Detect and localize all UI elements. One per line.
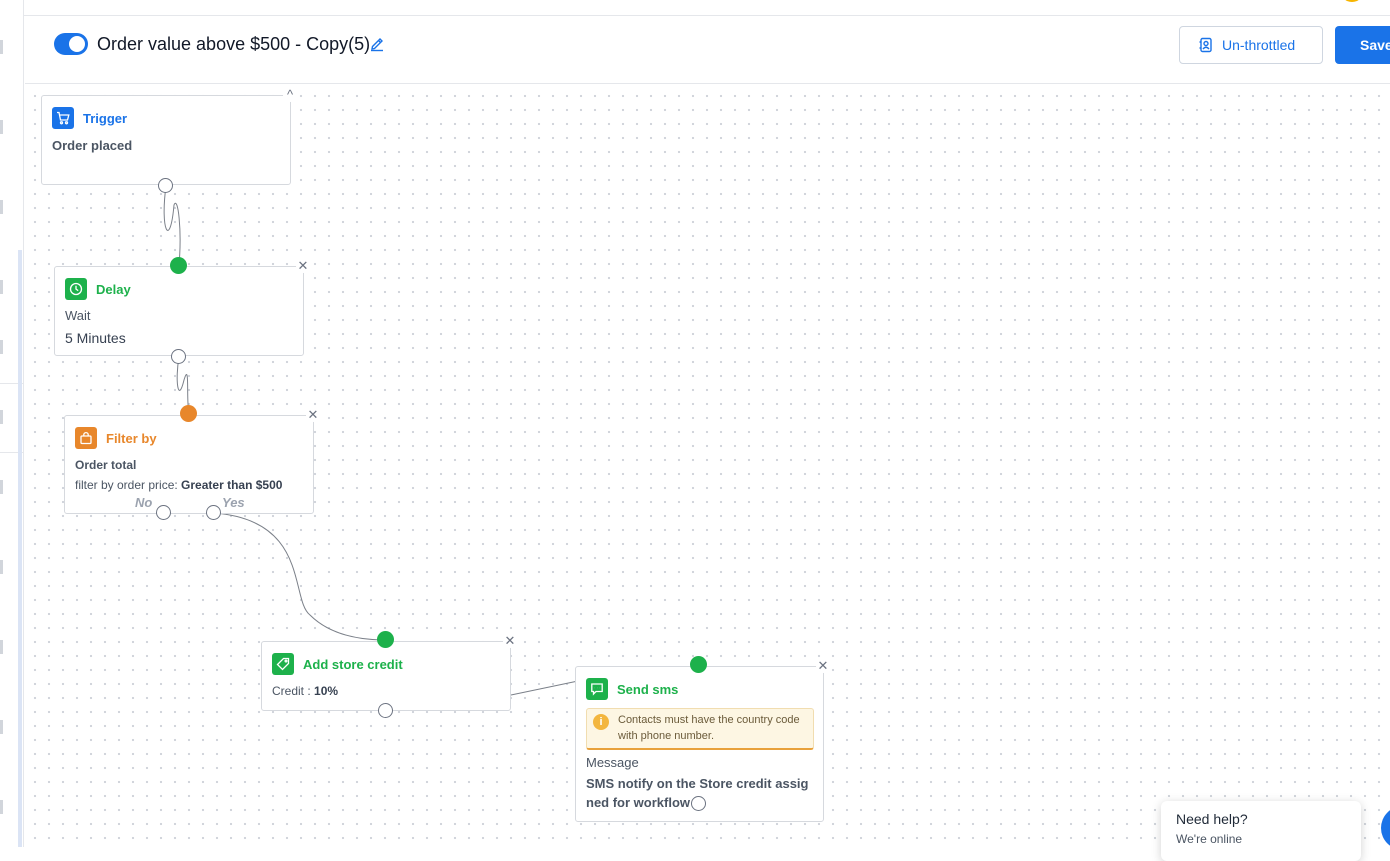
shopping-bag-icon: [75, 427, 97, 449]
trigger-event: Order placed: [52, 138, 133, 153]
sidebar-tick: [0, 480, 3, 494]
delay-value: 5 Minutes: [65, 330, 126, 346]
warning-text: Contacts must have the country code with…: [618, 714, 800, 742]
country-code-warning: i Contacts must have the country code wi…: [586, 708, 814, 750]
filter-no-port[interactable]: [156, 505, 171, 520]
workflow-active-toggle[interactable]: [54, 33, 88, 55]
credit-label: Credit :: [272, 684, 311, 698]
left-sidebar: [0, 0, 24, 847]
credit-value: 10%: [314, 684, 339, 698]
store-credit-node[interactable]: Add store credit Credit : 10%: [261, 641, 511, 711]
delay-label: Wait: [65, 308, 91, 323]
trigger-title: Trigger: [83, 110, 128, 126]
branch-no-label: No: [135, 495, 153, 510]
tag-icon: [272, 653, 294, 675]
top-bar: [24, 0, 1390, 16]
sidebar-tick: [0, 340, 3, 354]
send-sms-title: Send sms: [617, 681, 679, 697]
close-icon[interactable]: ✕: [306, 408, 320, 422]
branch-yes-label: Yes: [222, 495, 245, 510]
delay-title: Delay: [96, 281, 131, 297]
sidebar-tick: [0, 720, 3, 734]
help-title: Need help?: [1176, 811, 1248, 827]
trigger-output-port[interactable]: [158, 178, 173, 193]
sidebar-tick: [0, 40, 3, 54]
throttle-button[interactable]: Un-throttled: [1179, 26, 1323, 64]
filter-input-port[interactable]: [180, 405, 197, 422]
store-credit-amount: Credit : 10%: [272, 684, 338, 698]
collapse-icon[interactable]: ^: [283, 88, 297, 102]
toggle-knob: [69, 36, 85, 52]
trigger-node[interactable]: Trigger Order placed: [41, 95, 291, 185]
shopping-cart-icon: [52, 107, 74, 129]
clock-icon: [65, 278, 87, 300]
pencil-icon[interactable]: [369, 36, 385, 52]
filter-condition-label: filter by order price:: [75, 478, 178, 492]
throttle-label: Un-throttled: [1222, 37, 1296, 53]
sidebar-tick: [0, 410, 3, 424]
help-subtitle: We're online: [1176, 832, 1243, 846]
sidebar-tick: [0, 200, 3, 214]
info-icon: i: [593, 714, 609, 730]
store-credit-output-port[interactable]: [378, 703, 393, 718]
filter-field: Order total: [75, 458, 137, 472]
store-credit-input-port[interactable]: [377, 631, 394, 648]
filter-condition-value: Greater than $500: [181, 478, 283, 492]
close-icon[interactable]: ✕: [296, 259, 310, 273]
sidebar-tick: [0, 280, 3, 294]
filter-yes-port[interactable]: [206, 505, 221, 520]
sidebar-tick: [0, 120, 3, 134]
filter-condition: filter by order price: Greater than $500: [75, 478, 282, 492]
delay-output-port[interactable]: [171, 349, 186, 364]
workflow-header: Order value above $500 - Copy(5) Un-thro…: [25, 17, 1390, 84]
filter-title: Filter by: [106, 430, 157, 446]
close-icon[interactable]: ✕: [816, 659, 830, 673]
close-icon[interactable]: ✕: [503, 634, 517, 648]
sidebar-active-bar: [18, 250, 22, 847]
save-button[interactable]: Save: [1335, 26, 1390, 64]
contact-card-icon: [1199, 37, 1212, 53]
store-credit-title: Add store credit: [303, 656, 403, 672]
send-sms-input-port[interactable]: [690, 656, 707, 673]
sidebar-tick: [0, 800, 3, 814]
sidebar-tick: [0, 640, 3, 654]
help-widget[interactable]: Need help? We're online: [1161, 801, 1361, 861]
workflow-title: Order value above $500 - Copy(5): [97, 34, 371, 54]
send-sms-output-port[interactable]: [691, 796, 706, 811]
filter-node[interactable]: Filter by Order total filter by order pr…: [64, 415, 314, 514]
message-label: Message: [586, 755, 639, 770]
delay-input-port[interactable]: [170, 257, 187, 274]
delay-node[interactable]: Delay Wait 5 Minutes: [54, 266, 304, 356]
sidebar-tick: [0, 560, 3, 574]
chat-message-icon: [586, 678, 608, 700]
